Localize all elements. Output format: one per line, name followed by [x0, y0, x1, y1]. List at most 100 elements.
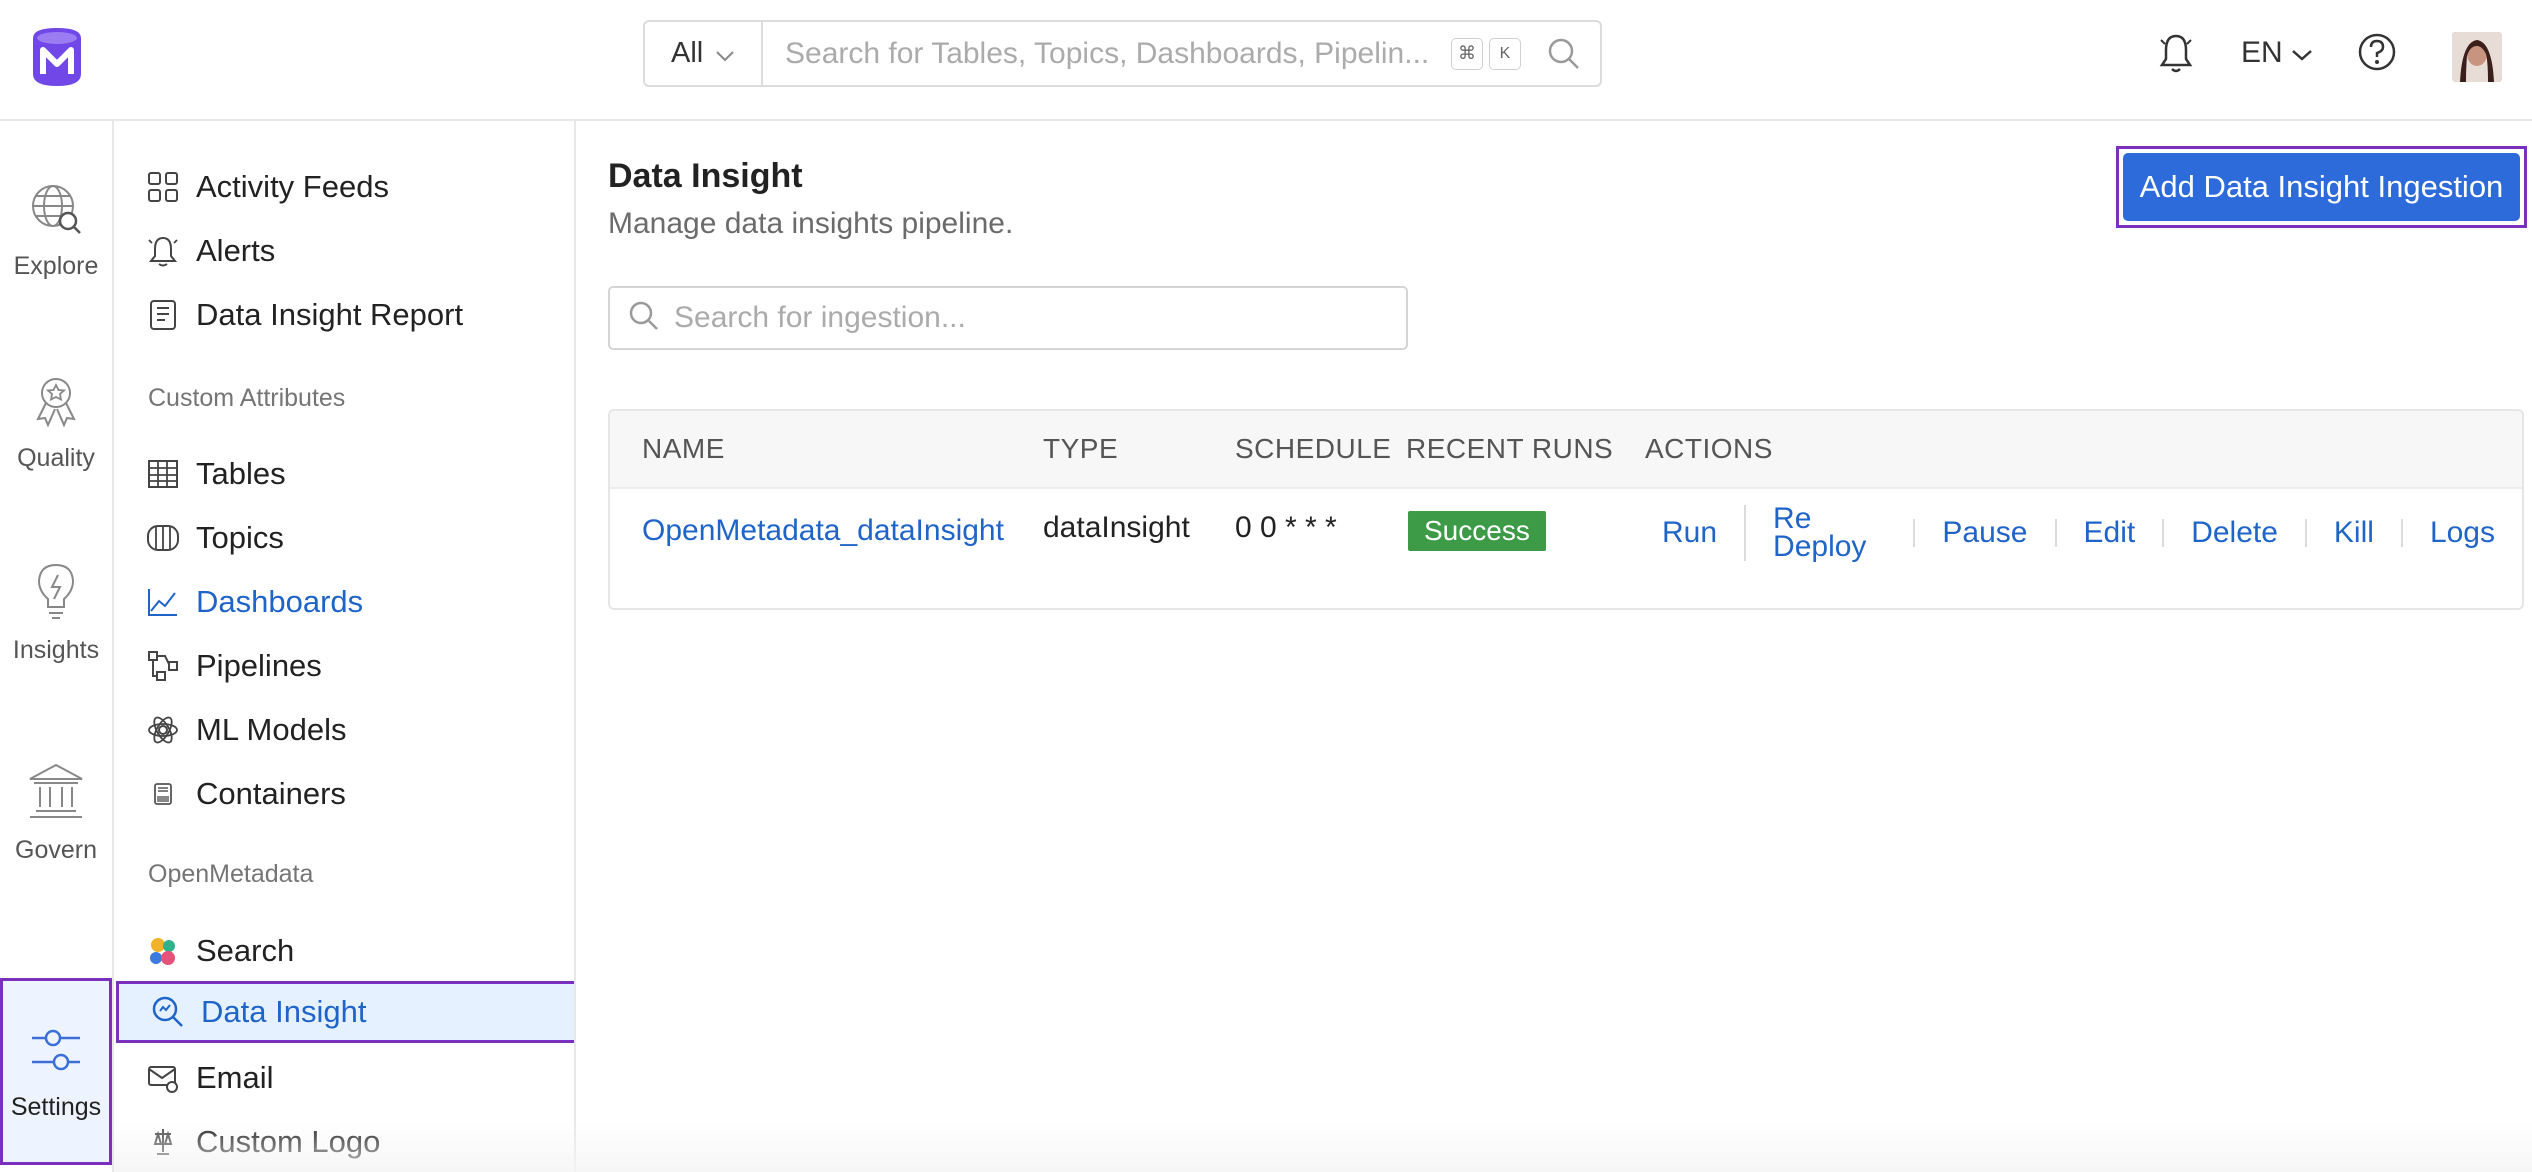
ingestion-name-link[interactable]: OpenMetadata_dataInsight	[642, 509, 1012, 553]
sidebar-item-custom-logo[interactable]: Custom Logo	[114, 1111, 574, 1172]
activity-feeds-icon	[146, 170, 180, 204]
add-ingestion-highlight: Add Data Insight Ingestion	[2116, 146, 2527, 228]
openmetadata-logo[interactable]	[27, 26, 87, 88]
row-actions: Run Re Deploy Pause Edit Delete Kill Log…	[1650, 504, 2522, 562]
sidebar-item-ml-models[interactable]: ML Models	[114, 699, 574, 761]
ingestion-search-field	[608, 286, 1408, 350]
column-header-schedule: SCHEDULE	[1235, 433, 1392, 464]
search-settings-icon	[146, 934, 180, 968]
container-icon	[146, 777, 180, 811]
rail-label: Insights	[12, 636, 100, 664]
main-nav-rail: Explore Quality Insights Govern Settings	[0, 121, 114, 1172]
email-icon	[146, 1061, 180, 1095]
topic-icon	[146, 521, 180, 555]
add-data-insight-ingestion-button[interactable]: Add Data Insight Ingestion	[2123, 153, 2520, 221]
rail-label: Quality	[17, 444, 95, 472]
sidebar-item-activity-feeds[interactable]: Activity Feeds	[114, 156, 574, 218]
global-search-input[interactable]	[785, 36, 1445, 71]
alerts-icon	[146, 234, 180, 268]
explore-icon	[28, 181, 84, 242]
sidebar-item-data-insight-report[interactable]: Data Insight Report	[114, 284, 574, 346]
status-badge[interactable]: Success	[1408, 511, 1546, 551]
rail-item-govern[interactable]: Govern	[0, 761, 112, 865]
user-avatar[interactable]	[2452, 32, 2502, 82]
sidebar-item-containers[interactable]: Containers	[114, 763, 574, 825]
sidebar-item-label: Activity Feeds	[196, 169, 389, 204]
rail-label: Settings	[10, 1092, 102, 1121]
help-icon[interactable]	[2357, 32, 2397, 77]
main-content: Data Insight Manage data insights pipeli…	[578, 121, 2532, 1172]
sidebar-item-label: ML Models	[196, 712, 347, 747]
sidebar-item-email[interactable]: Email	[114, 1047, 574, 1109]
language-selector[interactable]: EN	[2241, 36, 2313, 70]
search-scope-dropdown[interactable]: All	[645, 22, 763, 85]
ingestion-search-input[interactable]	[674, 301, 1374, 335]
rail-item-explore[interactable]: Explore	[0, 181, 112, 281]
sidebar-item-label: Email	[196, 1060, 274, 1095]
global-search-bar: All ⌘ K	[643, 20, 1602, 87]
sidebar-item-topics[interactable]: Topics	[114, 507, 574, 569]
sidebar-item-data-insight[interactable]: Data Insight	[116, 981, 574, 1043]
quality-icon	[28, 373, 84, 434]
settings-sidebar: Activity Feeds Alerts Data Insight Repor…	[114, 121, 576, 1172]
logs-button[interactable]: Logs	[2400, 518, 2522, 548]
page-subtitle: Manage data insights pipeline.	[608, 207, 1014, 240]
notification-bell-icon[interactable]	[2159, 32, 2193, 79]
redeploy-button[interactable]: Re Deploy	[1744, 504, 1913, 562]
table-icon	[146, 457, 180, 491]
search-scope-label: All	[671, 37, 704, 69]
global-search-field: ⌘ K	[763, 22, 1526, 85]
sidebar-item-label: Search	[196, 933, 295, 968]
report-icon	[146, 298, 180, 332]
insights-icon	[28, 561, 84, 626]
rail-item-settings[interactable]: Settings	[0, 978, 112, 1165]
sidebar-item-label: Data Insight Report	[196, 297, 464, 332]
rail-label: Explore	[13, 252, 99, 280]
sidebar-item-label: Custom Logo	[196, 1124, 381, 1159]
sidebar-item-label: Alerts	[196, 233, 276, 268]
search-icon[interactable]	[1536, 37, 1592, 71]
column-header-actions: ACTIONS	[1645, 433, 1773, 464]
dashboard-icon	[146, 585, 180, 619]
chevron-down-icon	[2291, 36, 2313, 70]
column-header-recent-runs: RECENT RUNS	[1406, 433, 1614, 464]
ingestion-type: dataInsight	[1043, 511, 1190, 544]
ml-model-icon	[146, 713, 180, 747]
sidebar-group-openmetadata: OpenMetadata	[148, 860, 314, 888]
pipeline-icon	[146, 649, 180, 683]
sidebar-item-label: Pipelines	[196, 648, 322, 683]
sidebar-item-label: Containers	[196, 776, 346, 811]
table-header: NAME TYPE SCHEDULE RECENT RUNS ACTIONS	[610, 411, 2522, 489]
search-icon	[628, 300, 660, 337]
settings-icon	[28, 1022, 84, 1083]
sidebar-item-pipelines[interactable]: Pipelines	[114, 635, 574, 697]
sidebar-item-search[interactable]: Search	[114, 920, 574, 982]
sidebar-group-custom-attributes: Custom Attributes	[148, 384, 346, 412]
top-navbar: All ⌘ K EN	[0, 0, 2532, 121]
rail-label: Govern	[15, 836, 97, 864]
chevron-down-icon	[715, 37, 735, 70]
custom-logo-icon	[146, 1125, 180, 1159]
pause-button[interactable]: Pause	[1913, 518, 2054, 548]
sidebar-item-alerts[interactable]: Alerts	[114, 220, 574, 282]
rail-item-quality[interactable]: Quality	[0, 373, 112, 473]
sidebar-item-dashboards[interactable]: Dashboards	[114, 571, 574, 633]
rail-item-insights[interactable]: Insights	[0, 561, 112, 665]
data-insight-icon	[151, 995, 185, 1029]
sidebar-item-label: Dashboards	[196, 584, 364, 619]
delete-button[interactable]: Delete	[2162, 518, 2305, 548]
sidebar-item-label: Tables	[196, 456, 286, 491]
kill-button[interactable]: Kill	[2304, 518, 2401, 548]
sidebar-item-tables[interactable]: Tables	[114, 443, 574, 505]
shortcut-cmd-key: ⌘	[1451, 37, 1483, 70]
sidebar-item-label: Data Insight	[201, 994, 367, 1029]
column-header-type: TYPE	[1043, 433, 1119, 464]
govern-icon	[26, 761, 86, 826]
language-label: EN	[2241, 36, 2283, 69]
page-title: Data Insight	[608, 157, 803, 195]
shortcut-k-key: K	[1489, 37, 1521, 70]
edit-button[interactable]: Edit	[2054, 518, 2163, 548]
sidebar-item-label: Topics	[196, 520, 284, 555]
column-header-name: NAME	[642, 433, 725, 464]
run-button[interactable]: Run	[1650, 518, 1744, 548]
